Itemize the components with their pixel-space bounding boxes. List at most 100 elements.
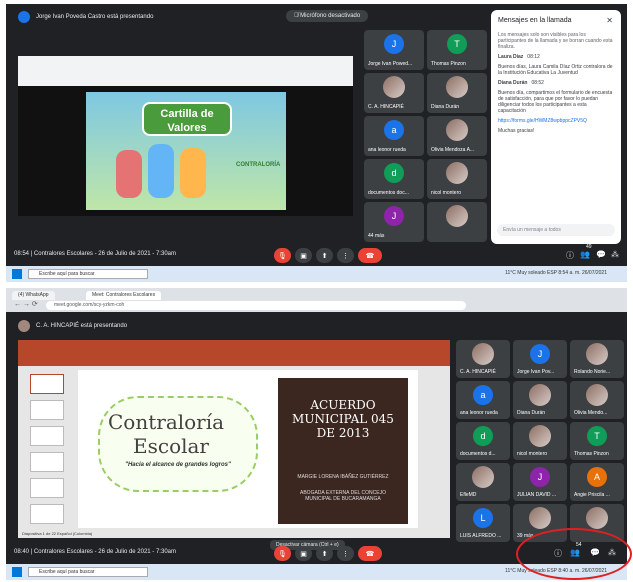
camera-toggle-button[interactable]: ▣ — [295, 546, 312, 561]
highlight-circle — [516, 528, 632, 580]
participant-avatar: A — [587, 466, 607, 487]
participant-name: JULIAN DAVID ... — [517, 492, 557, 498]
author-name: Diana Durán — [498, 80, 528, 86]
participant-tile[interactable]: J JULIAN DAVID ... — [513, 463, 567, 501]
participant-tile[interactable]: a ana leonor rueda — [456, 381, 510, 419]
language-indicator: ESP — [547, 270, 557, 276]
participant-tile[interactable]: Olivia Mendoza A... — [427, 116, 487, 156]
participant-tile[interactable] — [427, 202, 487, 242]
participant-tile[interactable]: Diana Durán — [513, 381, 567, 419]
mic-toggle-button[interactable]: 🎙 — [274, 546, 291, 561]
participant-name: Jorge Ivan Powed... — [368, 61, 413, 67]
chat-icon[interactable]: 💬 — [596, 250, 606, 259]
participant-tile[interactable]: nicol montero — [427, 159, 487, 199]
participant-video — [529, 506, 551, 529]
participant-tile[interactable]: T Thomas Pinzon — [570, 422, 624, 460]
leave-call-button[interactable]: ☎ — [358, 248, 382, 263]
participant-tile[interactable]: T Thomas Pinzon — [427, 30, 487, 70]
participant-avatar: J — [384, 206, 404, 227]
participant-name: C. A. HINCAPIÉ — [460, 369, 496, 375]
participant-tile[interactable]: A Angie Priscila ... — [570, 463, 624, 501]
more-options-button[interactable]: ⋮ — [337, 546, 354, 561]
nav-arrows-icon[interactable]: ← → ⟳ — [14, 300, 38, 308]
participant-tile[interactable]: Rolando Norie... — [570, 340, 624, 378]
participant-tile[interactable]: C. A. HINCAPIÉ — [456, 340, 510, 378]
address-bar[interactable]: meet.google.com/scy-yzkm-coh — [46, 301, 466, 310]
cartoon-child-1 — [116, 150, 142, 198]
participant-video — [586, 342, 608, 365]
participant-video — [586, 506, 608, 529]
meeting-info: 08:40 | Contralores Escolares - 26 de Ju… — [14, 549, 176, 555]
chat-message-text[interactable]: https://forms.gle/HWMZ8wpbppcZPV5Q — [498, 118, 614, 124]
chat-panel: Mensajes en la llamada ✕ Los mensajes so… — [491, 10, 621, 244]
browser-chrome: (4) WhatsApp Meet: Contralores Escolares… — [6, 288, 627, 312]
slide-thumbnail[interactable] — [30, 504, 64, 524]
participant-tile[interactable]: J Jorge Ivan Powed... — [364, 30, 424, 70]
participant-tile[interactable]: J 44 más — [364, 202, 424, 242]
participant-name: EfleMD — [460, 492, 477, 498]
slide-thumbnail[interactable] — [30, 426, 64, 446]
meeting-info: 08:54 | Contralores Escolares - 26 de Ju… — [14, 251, 176, 257]
people-icon[interactable]: 👥 — [580, 250, 590, 259]
participant-avatar: T — [447, 34, 467, 55]
slide-thumbnail[interactable] — [30, 478, 64, 498]
present-button[interactable]: ⬆ — [316, 546, 333, 561]
participant-tile[interactable]: d documentos doc... — [364, 159, 424, 199]
chat-message-text: Buenos día, compartimos el formulario de… — [498, 90, 613, 114]
activities-icon[interactable]: ⁂ — [611, 250, 619, 259]
participant-avatar: J — [384, 34, 404, 55]
chat-title: Mensajes en la llamada — [498, 17, 572, 24]
presenter-bar: C. A. HINCAPIÉ está presentando — [18, 320, 127, 332]
chat-messages: Laura Díaz 08:12 Buenos días, Laura Camila… — [498, 54, 614, 134]
participant-name: Diana Durán — [517, 410, 546, 416]
participant-video — [446, 119, 468, 142]
slide-thumbnail[interactable] — [30, 452, 64, 472]
chat-message-text: Muchas gracias! — [498, 128, 535, 134]
chat-input[interactable]: Envía un mensaje a todos — [497, 224, 615, 236]
taskbar-search[interactable]: Escribe aquí para buscar — [28, 269, 148, 279]
participant-name: LUIS ALFREDO ... — [460, 533, 502, 539]
participant-tile[interactable]: Olivia Mendo... — [570, 381, 624, 419]
chat-message-author: Laura Díaz 08:12 — [498, 54, 614, 60]
participant-video — [446, 205, 468, 228]
participant-video — [383, 76, 405, 99]
participant-name: Rolando Norie... — [574, 369, 611, 375]
leave-call-button[interactable]: ☎ — [358, 546, 382, 561]
participant-tile[interactable]: Diana Durán — [427, 73, 487, 113]
participant-name: C. A. HINCAPIÉ — [368, 104, 404, 110]
ppt-body: Contraloría Escolar "Hacia el alcance de… — [18, 366, 450, 538]
mic-toggle-button[interactable]: 🎙 — [274, 248, 291, 263]
participant-name: 44 más — [368, 233, 385, 239]
shared-browser-chrome — [18, 56, 353, 86]
slide-cartilla: Cartilla de Valores CONTRALORÍA — [86, 92, 286, 210]
close-icon[interactable]: ✕ — [606, 16, 613, 25]
participant-tile[interactable]: d documentos d... — [456, 422, 510, 460]
presenter-avatar — [18, 320, 30, 332]
camera-toggle-button[interactable]: ▣ — [295, 248, 312, 263]
tab-meet[interactable]: Meet: Contralores Escolares — [86, 291, 162, 300]
taskbar-search[interactable]: Escribe aquí para buscar — [28, 567, 148, 577]
cartoon-child-2 — [148, 144, 174, 198]
participant-tile[interactable]: a ana leonor rueda — [364, 116, 424, 156]
present-button[interactable]: ⬆ — [316, 248, 333, 263]
windows-start-icon[interactable] — [12, 567, 22, 577]
participant-video — [472, 342, 494, 365]
more-options-button[interactable]: ⋮ — [337, 248, 354, 263]
info-icon[interactable]: ⓘ — [566, 250, 574, 261]
participant-tile[interactable]: L LUIS ALFREDO ... — [456, 504, 510, 542]
clock-time: 8:54 a. m. — [558, 270, 581, 276]
windows-start-icon[interactable] — [12, 269, 22, 279]
slide-thumbnail[interactable] — [30, 374, 64, 394]
mic-banner-text: Micrófono desactivado — [300, 13, 361, 19]
tab-whatsapp[interactable]: (4) WhatsApp — [12, 291, 55, 300]
participant-tile[interactable]: J Jorge Ivan Pov... — [513, 340, 567, 378]
participant-tile[interactable]: EfleMD — [456, 463, 510, 501]
slide-contraloria: Contraloría Escolar "Hacia el alcance de… — [78, 370, 418, 528]
participant-tile[interactable]: C. A. HINCAPIÉ — [364, 73, 424, 113]
right-tool-strip — [621, 4, 627, 254]
slide-thumbnail[interactable] — [30, 400, 64, 420]
ppt-ribbon — [18, 340, 450, 366]
participant-tile[interactable]: nicol montero — [513, 422, 567, 460]
participant-name: nicol montero — [431, 190, 462, 196]
participant-name: nicol montero — [517, 451, 548, 457]
